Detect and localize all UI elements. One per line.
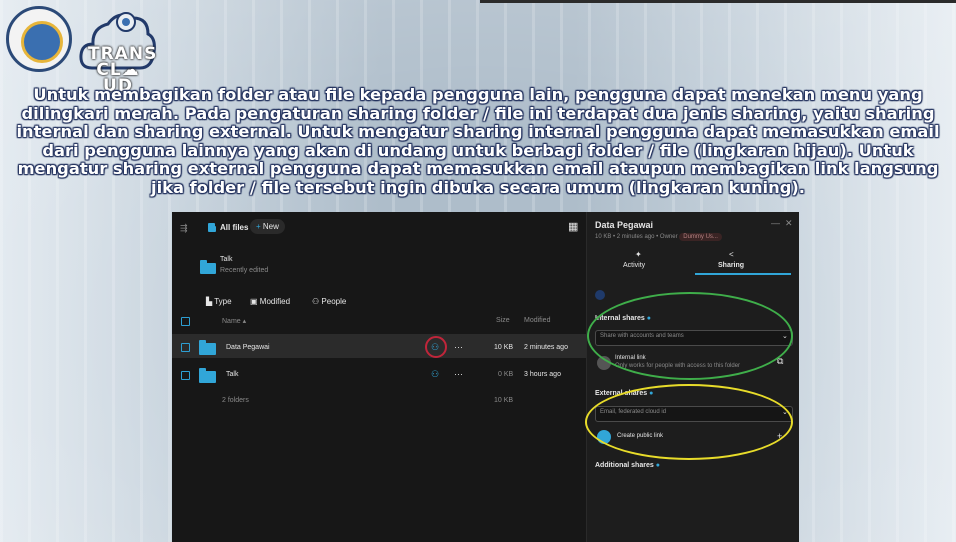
sidebar-more-icon[interactable]: — <box>771 218 780 228</box>
column-name[interactable]: Name ▴ <box>222 317 246 325</box>
green-circle-annotation <box>587 292 793 380</box>
summary-count: 2 folders <box>222 397 249 404</box>
red-circle-annotation <box>425 336 447 358</box>
filter-modified[interactable]: ▣ Modified <box>250 297 290 306</box>
row-name-talk[interactable]: Talk <box>226 371 238 378</box>
column-modified[interactable]: Modified <box>524 317 550 324</box>
info-icon: ● <box>655 462 660 469</box>
details-sidebar: Data Pegawai — ✕ 10 KB • 2 minutes ago •… <box>585 212 799 542</box>
recent-folder-icon <box>200 260 216 274</box>
university-logo <box>6 6 72 72</box>
filter-people[interactable]: ⚇ People <box>312 297 346 306</box>
row-checkbox-talk[interactable] <box>181 371 190 380</box>
close-icon[interactable]: ✕ <box>785 218 793 229</box>
recent-name[interactable]: Talk <box>220 256 232 263</box>
row-checkbox-data-pegawai[interactable] <box>181 343 190 352</box>
grid-view-icon[interactable]: ▦ <box>568 220 578 233</box>
sidebar-title: Data Pegawai <box>595 220 654 230</box>
activity-icon: ✦ <box>635 250 642 259</box>
tab-sharing[interactable]: Sharing <box>718 262 744 269</box>
sharing-tab-underline <box>695 273 791 275</box>
menu-icon[interactable]: ⇶ <box>180 223 188 234</box>
recent-sub: Recently edited <box>220 267 269 274</box>
tab-activity[interactable]: Activity <box>623 262 645 269</box>
folder-icon <box>199 340 216 355</box>
row-modified-data-pegawai: 2 minutes ago <box>524 344 568 351</box>
instruction-text: Untuk membagikan folder atau file kepada… <box>16 85 940 197</box>
new-button[interactable]: + New <box>250 219 285 234</box>
sidebar-meta: 10 KB • 2 minutes ago • Owner Dummy Us..… <box>595 233 722 241</box>
additional-shares-heading: Additional shares ● <box>595 462 660 469</box>
owner-avatar <box>595 290 605 300</box>
share-tab-icon: < <box>729 250 734 259</box>
row-size-talk: 0 KB <box>498 371 514 378</box>
breadcrumb-all-files[interactable]: All files <box>220 223 248 232</box>
row-name-data-pegawai[interactable]: Data Pegawai <box>226 344 270 351</box>
summary-size: 10 KB <box>494 397 514 404</box>
people-icon: ⚇ <box>312 297 320 306</box>
all-files-folder-icon <box>208 223 216 232</box>
more-actions-icon[interactable]: ··· <box>454 342 463 352</box>
column-size[interactable]: Size <box>496 317 510 324</box>
file-manager-screenshot: ⇶ All files + New ▦ Talk Recently edited… <box>172 212 799 542</box>
share-icon[interactable]: ⚇ <box>431 369 439 380</box>
calendar-icon: ▣ <box>250 297 258 306</box>
select-all-checkbox[interactable] <box>181 317 190 326</box>
filter-type[interactable]: ▙ Type <box>206 297 232 306</box>
yellow-circle-annotation <box>585 384 793 460</box>
folder-icon <box>199 368 216 383</box>
row-modified-talk: 3 hours ago <box>524 371 561 378</box>
top-bar <box>480 0 956 3</box>
row-size-data-pegawai: 10 KB <box>494 344 514 351</box>
more-actions-icon[interactable]: ··· <box>454 369 463 379</box>
file-icon: ▙ <box>206 297 213 306</box>
